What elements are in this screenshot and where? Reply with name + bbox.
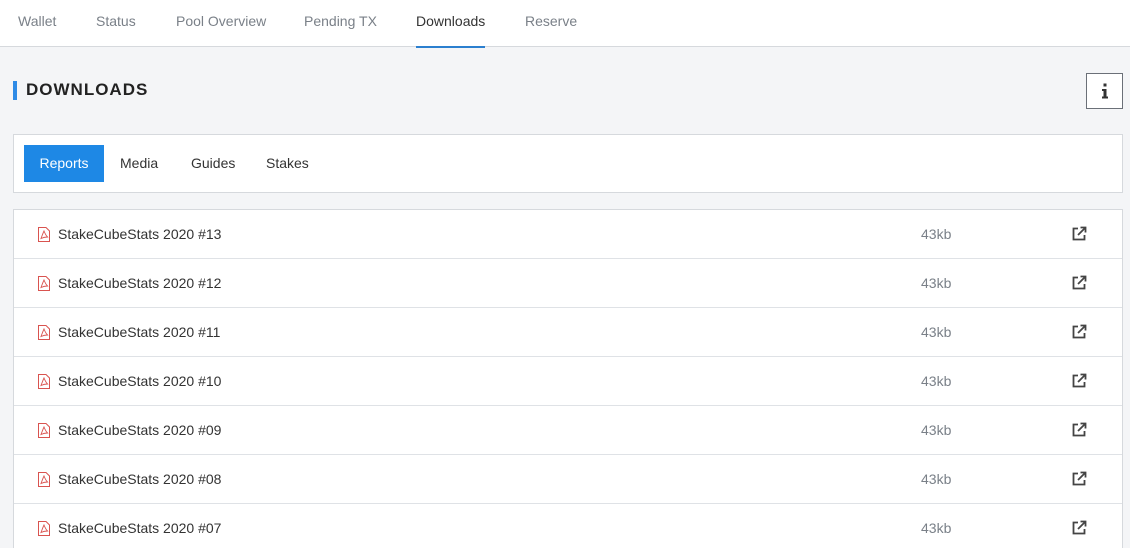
download-category-tabs: Reports Media Guides Stakes	[13, 134, 1123, 193]
external-link-icon[interactable]	[1071, 226, 1087, 242]
tab-wallet[interactable]: Wallet	[18, 0, 56, 47]
file-pdf-icon	[38, 276, 50, 291]
file-size: 43kb	[921, 520, 952, 536]
file-name[interactable]: StakeCubeStats 2020 #12	[58, 259, 221, 308]
external-link-icon[interactable]	[1071, 471, 1087, 487]
page-heading: DOWNLOADS	[13, 80, 148, 100]
subtab-guides[interactable]: Guides	[191, 145, 235, 182]
top-navigation: Wallet Status Pool Overview Pending TX D…	[0, 0, 1130, 48]
list-item: StakeCubeStats 2020 #07 43kb	[14, 504, 1122, 548]
tab-reserve[interactable]: Reserve	[525, 0, 577, 47]
file-size: 43kb	[921, 324, 952, 340]
downloads-list: StakeCubeStats 2020 #13 43kb StakeCubeSt…	[13, 209, 1123, 548]
tab-downloads[interactable]: Downloads	[416, 0, 486, 48]
external-link-icon[interactable]	[1071, 520, 1087, 536]
external-link-icon[interactable]	[1071, 422, 1087, 438]
file-pdf-icon	[38, 472, 50, 487]
file-pdf-icon	[38, 423, 50, 438]
file-size: 43kb	[921, 422, 952, 438]
file-size: 43kb	[921, 471, 952, 487]
file-name[interactable]: StakeCubeStats 2020 #11	[58, 308, 220, 357]
subtab-stakes[interactable]: Stakes	[266, 145, 309, 182]
list-item: StakeCubeStats 2020 #09 43kb	[14, 406, 1122, 455]
page-title: DOWNLOADS	[26, 80, 149, 99]
tab-pool-overview[interactable]: Pool Overview	[176, 0, 266, 47]
tab-pending-tx[interactable]: Pending TX	[304, 0, 377, 47]
external-link-icon[interactable]	[1071, 373, 1087, 389]
file-size: 43kb	[921, 373, 952, 389]
list-item: StakeCubeStats 2020 #08 43kb	[14, 455, 1122, 504]
file-name[interactable]: StakeCubeStats 2020 #08	[58, 455, 221, 504]
file-name[interactable]: StakeCubeStats 2020 #07	[58, 504, 221, 548]
file-pdf-icon	[38, 325, 50, 340]
file-size: 43kb	[921, 275, 952, 291]
file-name[interactable]: StakeCubeStats 2020 #10	[58, 357, 221, 406]
file-pdf-icon	[38, 374, 50, 389]
subtab-media[interactable]: Media	[120, 145, 158, 182]
file-name[interactable]: StakeCubeStats 2020 #13	[58, 210, 221, 259]
file-name[interactable]: StakeCubeStats 2020 #09	[58, 406, 221, 455]
file-size: 43kb	[921, 226, 952, 242]
external-link-icon[interactable]	[1071, 324, 1087, 340]
heading-accent-bar	[13, 80, 17, 100]
list-item: StakeCubeStats 2020 #13 43kb	[14, 210, 1122, 259]
file-pdf-icon	[38, 521, 50, 536]
external-link-icon[interactable]	[1071, 275, 1087, 291]
list-item: StakeCubeStats 2020 #10 43kb	[14, 357, 1122, 406]
tab-status[interactable]: Status	[96, 0, 136, 47]
file-pdf-icon	[38, 227, 50, 242]
info-icon	[1101, 83, 1108, 99]
list-item: StakeCubeStats 2020 #12 43kb	[14, 259, 1122, 308]
subtab-reports[interactable]: Reports	[24, 145, 104, 182]
info-button[interactable]	[1086, 73, 1123, 109]
list-item: StakeCubeStats 2020 #11 43kb	[14, 308, 1122, 357]
